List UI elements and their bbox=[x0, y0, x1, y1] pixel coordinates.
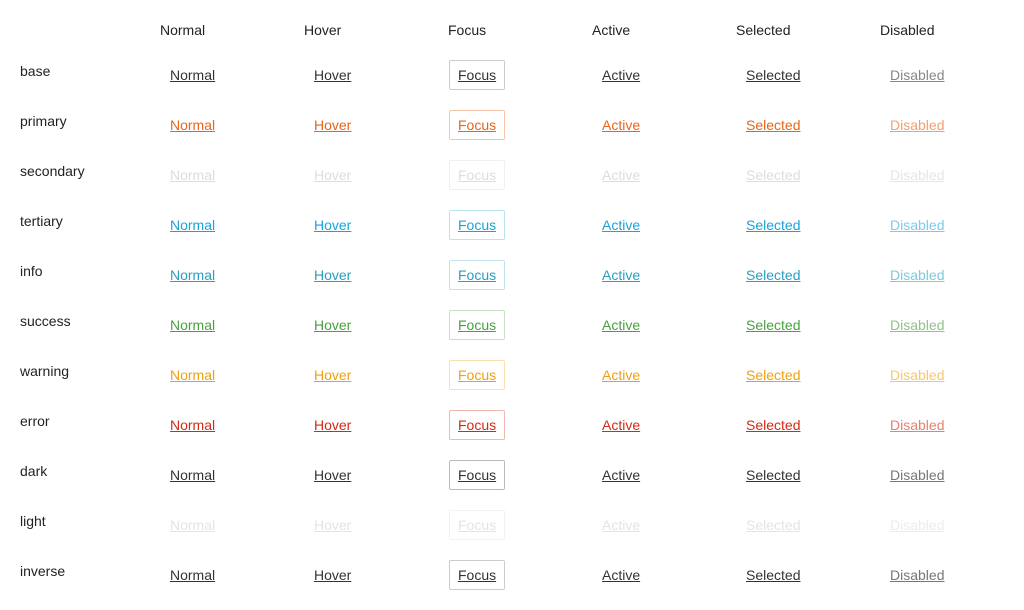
link-inverse-normal[interactable]: Normal bbox=[161, 560, 224, 590]
link-tertiary-active[interactable]: Active bbox=[593, 210, 649, 240]
row-label-light: light bbox=[20, 513, 46, 529]
link-inverse-focus[interactable]: Focus bbox=[449, 560, 506, 590]
link-secondary-selected[interactable]: Selected bbox=[737, 160, 809, 190]
link-dark-selected[interactable]: Selected bbox=[737, 460, 809, 490]
row-label-warning: warning bbox=[20, 363, 70, 379]
link-secondary-hover[interactable]: Hover bbox=[305, 160, 360, 190]
link-warning-active[interactable]: Active bbox=[593, 360, 649, 390]
link-success-active[interactable]: Active bbox=[593, 310, 649, 340]
link-inverse-hover[interactable]: Hover bbox=[305, 560, 360, 590]
column-header-active: Active bbox=[592, 22, 631, 38]
link-dark-active[interactable]: Active bbox=[593, 460, 649, 490]
link-light-selected[interactable]: Selected bbox=[737, 510, 809, 540]
link-error-hover[interactable]: Hover bbox=[305, 410, 360, 440]
link-base-disabled: Disabled bbox=[890, 67, 945, 83]
link-info-active[interactable]: Active bbox=[593, 260, 649, 290]
link-secondary-focus[interactable]: Focus bbox=[449, 160, 506, 190]
link-success-normal[interactable]: Normal bbox=[161, 310, 224, 340]
link-base-active[interactable]: Active bbox=[593, 60, 649, 90]
link-light-focus[interactable]: Focus bbox=[449, 510, 506, 540]
link-info-hover[interactable]: Hover bbox=[305, 260, 360, 290]
link-error-disabled: Disabled bbox=[890, 417, 945, 433]
row-label-secondary: secondary bbox=[20, 163, 85, 179]
link-inverse-active[interactable]: Active bbox=[593, 560, 649, 590]
link-warning-hover[interactable]: Hover bbox=[305, 360, 360, 390]
link-error-active[interactable]: Active bbox=[593, 410, 649, 440]
link-base-selected[interactable]: Selected bbox=[737, 60, 809, 90]
link-dark-disabled: Disabled bbox=[890, 467, 945, 483]
link-success-selected[interactable]: Selected bbox=[737, 310, 809, 340]
link-warning-focus[interactable]: Focus bbox=[449, 360, 506, 390]
link-info-selected[interactable]: Selected bbox=[737, 260, 809, 290]
column-header-hover: Hover bbox=[304, 22, 342, 38]
link-error-focus[interactable]: Focus bbox=[449, 410, 506, 440]
link-primary-focus[interactable]: Focus bbox=[449, 110, 506, 140]
link-light-active[interactable]: Active bbox=[593, 510, 649, 540]
link-tertiary-normal[interactable]: Normal bbox=[161, 210, 224, 240]
link-error-selected[interactable]: Selected bbox=[737, 410, 809, 440]
link-success-focus[interactable]: Focus bbox=[449, 310, 506, 340]
link-tertiary-disabled: Disabled bbox=[890, 217, 945, 233]
row-label-success: success bbox=[20, 313, 71, 329]
link-warning-disabled: Disabled bbox=[890, 367, 945, 383]
link-base-normal[interactable]: Normal bbox=[161, 60, 224, 90]
row-label-dark: dark bbox=[20, 463, 48, 479]
link-light-hover[interactable]: Hover bbox=[305, 510, 360, 540]
row-label-info: info bbox=[20, 263, 43, 279]
link-primary-normal[interactable]: Normal bbox=[161, 110, 224, 140]
link-warning-normal[interactable]: Normal bbox=[161, 360, 224, 390]
link-info-focus[interactable]: Focus bbox=[449, 260, 506, 290]
link-inverse-selected[interactable]: Selected bbox=[737, 560, 809, 590]
row-label-tertiary: tertiary bbox=[20, 213, 63, 229]
link-light-normal[interactable]: Normal bbox=[161, 510, 224, 540]
link-secondary-disabled: Disabled bbox=[890, 167, 945, 183]
link-primary-hover[interactable]: Hover bbox=[305, 110, 360, 140]
link-base-hover[interactable]: Hover bbox=[305, 60, 360, 90]
link-success-disabled: Disabled bbox=[890, 317, 945, 333]
link-primary-disabled: Disabled bbox=[890, 117, 945, 133]
link-primary-selected[interactable]: Selected bbox=[737, 110, 809, 140]
column-header-selected: Selected bbox=[736, 22, 791, 38]
link-warning-selected[interactable]: Selected bbox=[737, 360, 809, 390]
link-primary-active[interactable]: Active bbox=[593, 110, 649, 140]
column-header-disabled: Disabled bbox=[880, 22, 935, 38]
link-tertiary-hover[interactable]: Hover bbox=[305, 210, 360, 240]
link-base-focus[interactable]: Focus bbox=[449, 60, 506, 90]
link-light-disabled: Disabled bbox=[890, 517, 945, 533]
row-label-primary: primary bbox=[20, 113, 67, 129]
link-info-normal[interactable]: Normal bbox=[161, 260, 224, 290]
link-error-normal[interactable]: Normal bbox=[161, 410, 224, 440]
row-label-inverse: inverse bbox=[20, 563, 66, 579]
column-header-focus: Focus bbox=[448, 22, 487, 38]
link-secondary-normal[interactable]: Normal bbox=[161, 160, 224, 190]
link-inverse-disabled: Disabled bbox=[890, 567, 945, 583]
link-tertiary-focus[interactable]: Focus bbox=[449, 210, 506, 240]
link-dark-hover[interactable]: Hover bbox=[305, 460, 360, 490]
column-header-normal: Normal bbox=[160, 22, 206, 38]
link-success-hover[interactable]: Hover bbox=[305, 310, 360, 340]
row-label-error: error bbox=[20, 413, 50, 429]
link-dark-normal[interactable]: Normal bbox=[161, 460, 224, 490]
row-label-base: base bbox=[20, 63, 51, 79]
link-secondary-active[interactable]: Active bbox=[593, 160, 649, 190]
link-dark-focus[interactable]: Focus bbox=[449, 460, 506, 490]
link-info-disabled: Disabled bbox=[890, 267, 945, 283]
link-tertiary-selected[interactable]: Selected bbox=[737, 210, 809, 240]
